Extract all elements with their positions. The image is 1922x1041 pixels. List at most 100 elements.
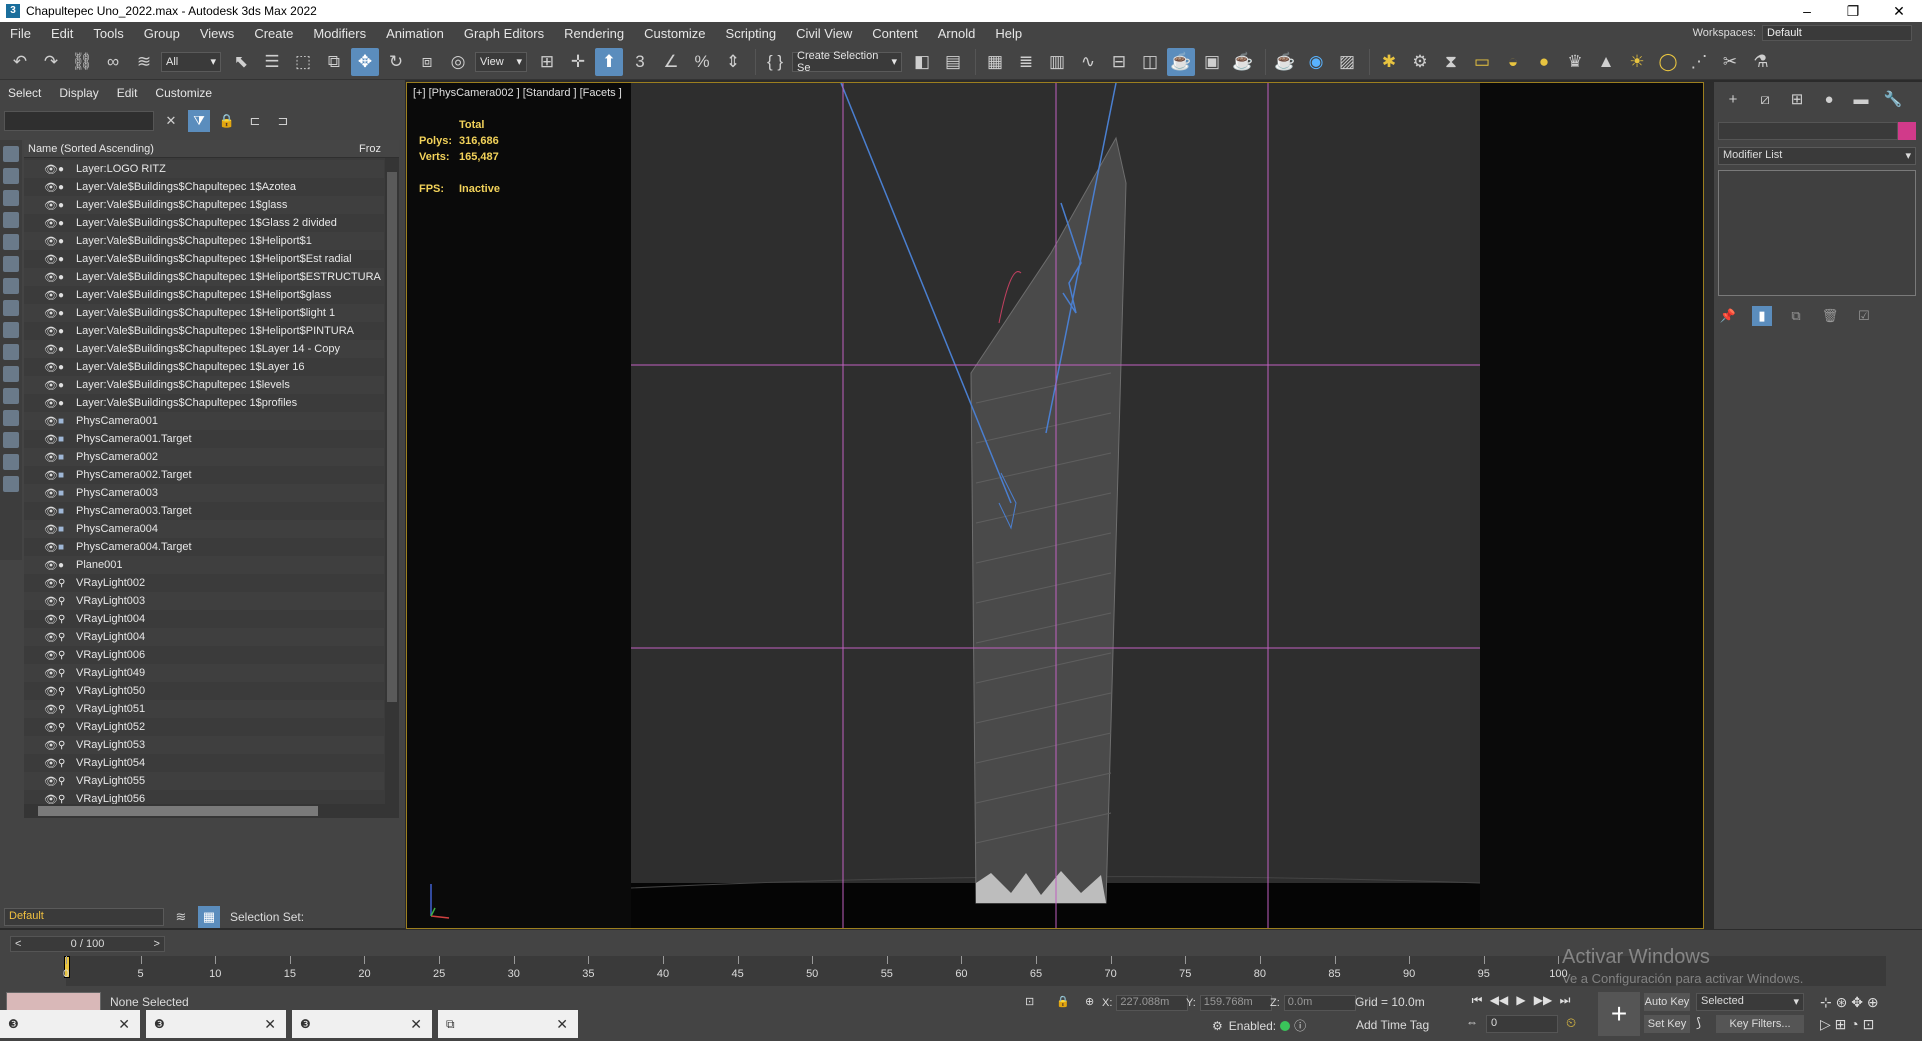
render-production-icon[interactable]: ☕ (1229, 48, 1257, 76)
list-item[interactable]: 👁 ⚲ VRayLight049 (24, 664, 384, 682)
layer-hierarchy-icon[interactable]: ⊐ (272, 110, 294, 132)
select-and-place-icon[interactable]: ◎ (444, 48, 472, 76)
visibility-eye-icon[interactable]: 👁 (44, 163, 58, 176)
viewport-navigation-icons[interactable]: ⊹ ⊛ ✥ ⊕ (1820, 994, 1879, 1011)
visibility-eye-icon[interactable]: 👁 (44, 379, 58, 392)
menu-rendering[interactable]: Rendering (554, 26, 634, 41)
visibility-eye-icon[interactable]: 👁 (44, 631, 58, 644)
vertical-scrollbar[interactable] (385, 158, 399, 815)
frozen-column-header[interactable]: Froz (359, 143, 381, 155)
go-to-end-icon[interactable]: ⏭ (1554, 993, 1576, 1009)
render-setup-icon[interactable]: ☕ (1167, 47, 1195, 76)
time-slider[interactable]: < 0 / 100 > (10, 936, 165, 952)
menu-create[interactable]: Create (244, 26, 303, 41)
close-icon[interactable]: ✕ (118, 1016, 130, 1033)
name-column-header[interactable]: Name (Sorted Ascending) (28, 143, 154, 155)
list-item[interactable]: 👁 ⚲ VRayLight050 (24, 682, 384, 700)
list-item[interactable]: 👁 ⚲ VRayLight051 (24, 700, 384, 718)
viewport-navigation-icons-lower[interactable]: ▷ ⊞ ◔ ⊡ (1820, 1016, 1874, 1033)
keyboard-shortcut-override-icon[interactable]: ⬆ (595, 47, 623, 76)
curve-editor-icon[interactable]: ∿ (1074, 48, 1102, 76)
hierarchy-tab-icon[interactable]: ⊞ (1786, 88, 1808, 110)
play-icon[interactable]: ▶ (1510, 993, 1532, 1009)
visibility-eye-icon[interactable]: 👁 (44, 343, 58, 356)
select-object-icon[interactable]: ⬉ (227, 48, 255, 76)
align-icon[interactable]: ▤ (939, 48, 967, 76)
list-item[interactable]: 👁 ■ PhysCamera002.Target (24, 466, 384, 484)
visibility-eye-icon[interactable]: 👁 (44, 199, 58, 212)
visibility-eye-icon[interactable]: 👁 (44, 577, 58, 590)
visibility-eye-icon[interactable]: 👁 (44, 235, 58, 248)
taskbar-3dsmax-window-2[interactable]: ❸ ✕ (146, 1010, 286, 1038)
window-crossing-icon[interactable]: ⧉ (320, 48, 348, 76)
display-lights-icon[interactable] (3, 190, 19, 206)
select-and-move-icon[interactable]: ✥ (351, 47, 379, 76)
display-containers-icon[interactable] (3, 344, 19, 360)
vray-dome-light-icon[interactable]: ◒ (1499, 48, 1527, 76)
reference-coordinate-dropdown[interactable]: View ▾ (475, 51, 527, 72)
maxscript-listener-field[interactable] (6, 992, 101, 1012)
list-item[interactable]: 👁 ● Layer:Vale$Buildings$Chapultepec 1$Lay… (24, 358, 384, 376)
list-item[interactable]: 👁 ● Layer:Vale$Buildings$Chapultepec 1$Lay… (24, 340, 384, 358)
key-mode-icon[interactable]: ⇔ (1466, 1015, 1478, 1029)
visibility-eye-icon[interactable]: 👁 (44, 595, 58, 608)
vray-ambient-light-icon[interactable]: ▲ (1592, 48, 1620, 76)
rendered-frame-window-icon[interactable]: ▣ (1198, 48, 1226, 76)
snaps-toggle-icon[interactable]: 3 (626, 48, 654, 76)
vray-scene-converter-icon[interactable]: ⚙ (1406, 48, 1434, 76)
list-item[interactable]: 👁 ⚲ VRayLight052 (24, 718, 384, 736)
display-tab-icon[interactable]: ▬ (1850, 88, 1872, 110)
show-end-result-icon[interactable]: ▮ (1752, 306, 1772, 326)
viewport-camera[interactable]: [+] [PhysCamera002 ] [Standard ] [Facets… (406, 82, 1704, 929)
set-key-big-button[interactable]: + (1598, 992, 1640, 1036)
list-item[interactable]: 👁 ● Plane001 (24, 556, 384, 574)
visibility-eye-icon[interactable]: 👁 (44, 397, 58, 410)
taskbar-3dsmax-window-1[interactable]: ❸ ✕ (0, 1010, 140, 1038)
vray-sphere-light-icon[interactable]: ● (1530, 48, 1558, 76)
menu-tools[interactable]: Tools (83, 26, 133, 41)
display-frozen-icon[interactable] (3, 366, 19, 382)
visibility-eye-icon[interactable]: 👁 (44, 325, 58, 338)
vray-frame-buffer-icon[interactable]: ▨ (1333, 48, 1361, 76)
lock-icon[interactable]: 🔒 (216, 110, 238, 132)
taskbar-3dsmax-window-3[interactable]: ❸ ✕ (292, 1010, 432, 1038)
isolate-selection-icon[interactable]: ⊡ (1025, 995, 1034, 1008)
display-spacewarps-icon[interactable] (3, 256, 19, 272)
visibility-eye-icon[interactable]: 👁 (44, 217, 58, 230)
visibility-eye-icon[interactable]: 👁 (44, 739, 58, 752)
vray-ies-light-icon[interactable]: ♛ (1561, 48, 1589, 76)
select-and-scale-icon[interactable]: ⧈ (413, 48, 441, 76)
list-item[interactable]: 👁 ● Layer:Vale$Buildings$Chapultepec 1$Hel… (24, 232, 384, 250)
set-key-button[interactable]: Set Key (1644, 1015, 1690, 1033)
se-menu-display[interactable]: Display (59, 86, 98, 100)
display-all-icon[interactable] (3, 410, 19, 426)
list-item[interactable]: 👁 ● Layer:Vale$Buildings$Chapultepec 1$Hel… (24, 304, 384, 322)
visibility-eye-icon[interactable]: 👁 (44, 271, 58, 284)
list-item[interactable]: 👁 ⚲ VRayLight004 (24, 610, 384, 628)
display-cameras-icon[interactable] (3, 212, 19, 228)
list-item[interactable]: 👁 ⚲ VRayLight006 (24, 646, 384, 664)
list-item[interactable]: 👁 ● Layer:Vale$Buildings$Chapultepec 1$Hel… (24, 322, 384, 340)
edit-named-selection-icon[interactable]: { } (761, 48, 789, 76)
visibility-eye-icon[interactable]: 👁 (44, 541, 58, 554)
clear-search-icon[interactable]: ✕ (160, 110, 182, 132)
filter-funnel-icon[interactable] (3, 476, 19, 492)
visibility-eye-icon[interactable]: 👁 (44, 181, 58, 194)
selection-filter-dropdown[interactable]: All ▾ (161, 51, 221, 72)
next-frame-icon[interactable]: ▶▶ (1532, 993, 1554, 1009)
remove-modifier-icon[interactable]: 🗑 (1820, 306, 1840, 326)
se-menu-select[interactable]: Select (8, 86, 41, 100)
key-filters-button[interactable]: Key Filters... (1716, 1015, 1804, 1033)
schematic-view-icon[interactable]: ⊟ (1105, 48, 1133, 76)
named-selection-dropdown[interactable]: Create Selection Se ▾ (792, 50, 902, 74)
go-to-start-icon[interactable]: ⏮ (1466, 993, 1488, 1009)
create-tab-icon[interactable]: + (1722, 88, 1744, 110)
toggle-layer-explorer-icon[interactable]: ≣ (1012, 48, 1040, 76)
visibility-eye-icon[interactable]: 👁 (44, 253, 58, 266)
time-configuration-icon[interactable]: ⏲ (1566, 1015, 1576, 1031)
key-selection-dropdown[interactable]: Selected ▾ (1696, 993, 1804, 1011)
visibility-eye-icon[interactable]: 👁 (44, 289, 58, 302)
viewport-label[interactable]: [+] [PhysCamera002 ] [Standard ] [Facets… (413, 87, 622, 99)
list-item[interactable]: 👁 ■ PhysCamera001.Target (24, 430, 384, 448)
hierarchy-icon[interactable]: ⊏ (244, 110, 266, 132)
